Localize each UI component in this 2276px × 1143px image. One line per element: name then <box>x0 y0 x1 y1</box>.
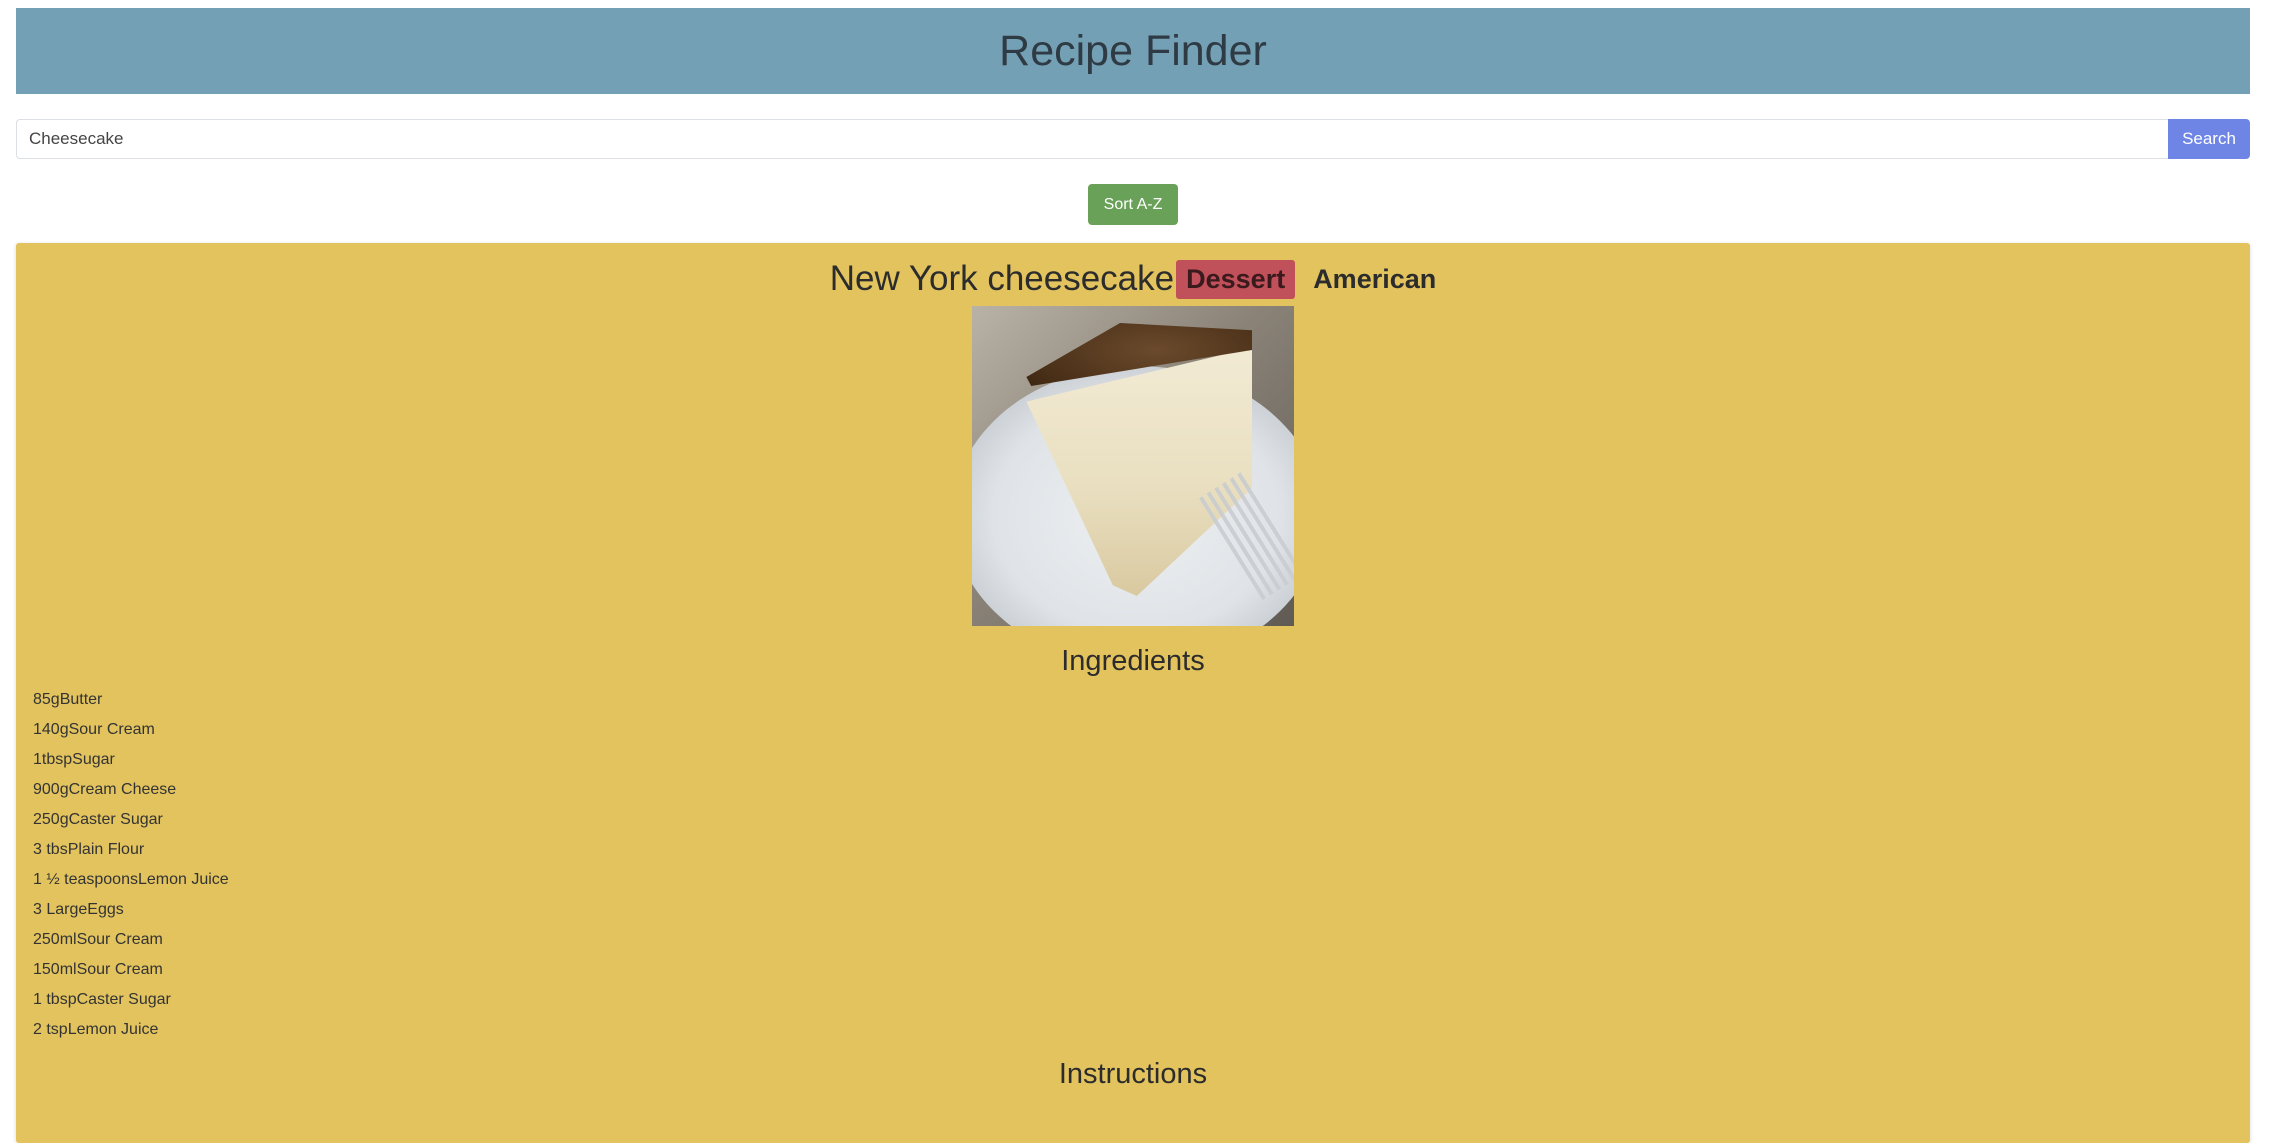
ingredient-item: 150mlSour Cream <box>33 961 163 978</box>
ingredient-item: 85gButter <box>33 691 103 708</box>
ingredient-item: 1 ½ teaspoonsLemon Juice <box>33 871 229 888</box>
search-button[interactable]: Search <box>2168 119 2250 159</box>
ingredient-item: 250mlSour Cream <box>33 931 163 948</box>
ingredients-heading: Ingredients <box>1061 645 1205 677</box>
recipe-image <box>972 306 1294 626</box>
recipe-title-row: New York cheesecake Dessert American <box>16 259 2250 299</box>
recipe-card: New York cheesecake Dessert American Ingre… <box>16 243 2250 1143</box>
sort-az-button[interactable]: Sort A-Z <box>1088 184 1178 225</box>
ingredient-item: 1tbspSugar <box>33 751 115 768</box>
ingredients-list: 85gButter 140gSour Cream 1tbspSugar 900g… <box>33 685 229 1045</box>
app-header: Recipe Finder <box>16 8 2250 94</box>
category-badge: Dessert <box>1176 259 1296 299</box>
search-input[interactable] <box>16 119 2168 159</box>
ingredient-item: 1 tbspCaster Sugar <box>33 991 171 1008</box>
search-bar: Search <box>16 119 2250 159</box>
ingredient-item: 140gSour Cream <box>33 721 155 738</box>
app-title: Recipe Finder <box>999 26 1267 75</box>
area-label: American <box>1313 263 1437 294</box>
ingredient-item: 3 LargeEggs <box>33 901 124 918</box>
ingredient-item: 2 tspLemon Juice <box>33 1021 159 1038</box>
instructions-heading: Instructions <box>1058 1058 1208 1090</box>
ingredient-item: 250gCaster Sugar <box>33 811 163 828</box>
ingredient-item: 900gCream Cheese <box>33 781 177 798</box>
recipe-title: New York cheesecake <box>829 259 1175 298</box>
ingredient-item: 3 tbsPlain Flour <box>33 841 145 858</box>
